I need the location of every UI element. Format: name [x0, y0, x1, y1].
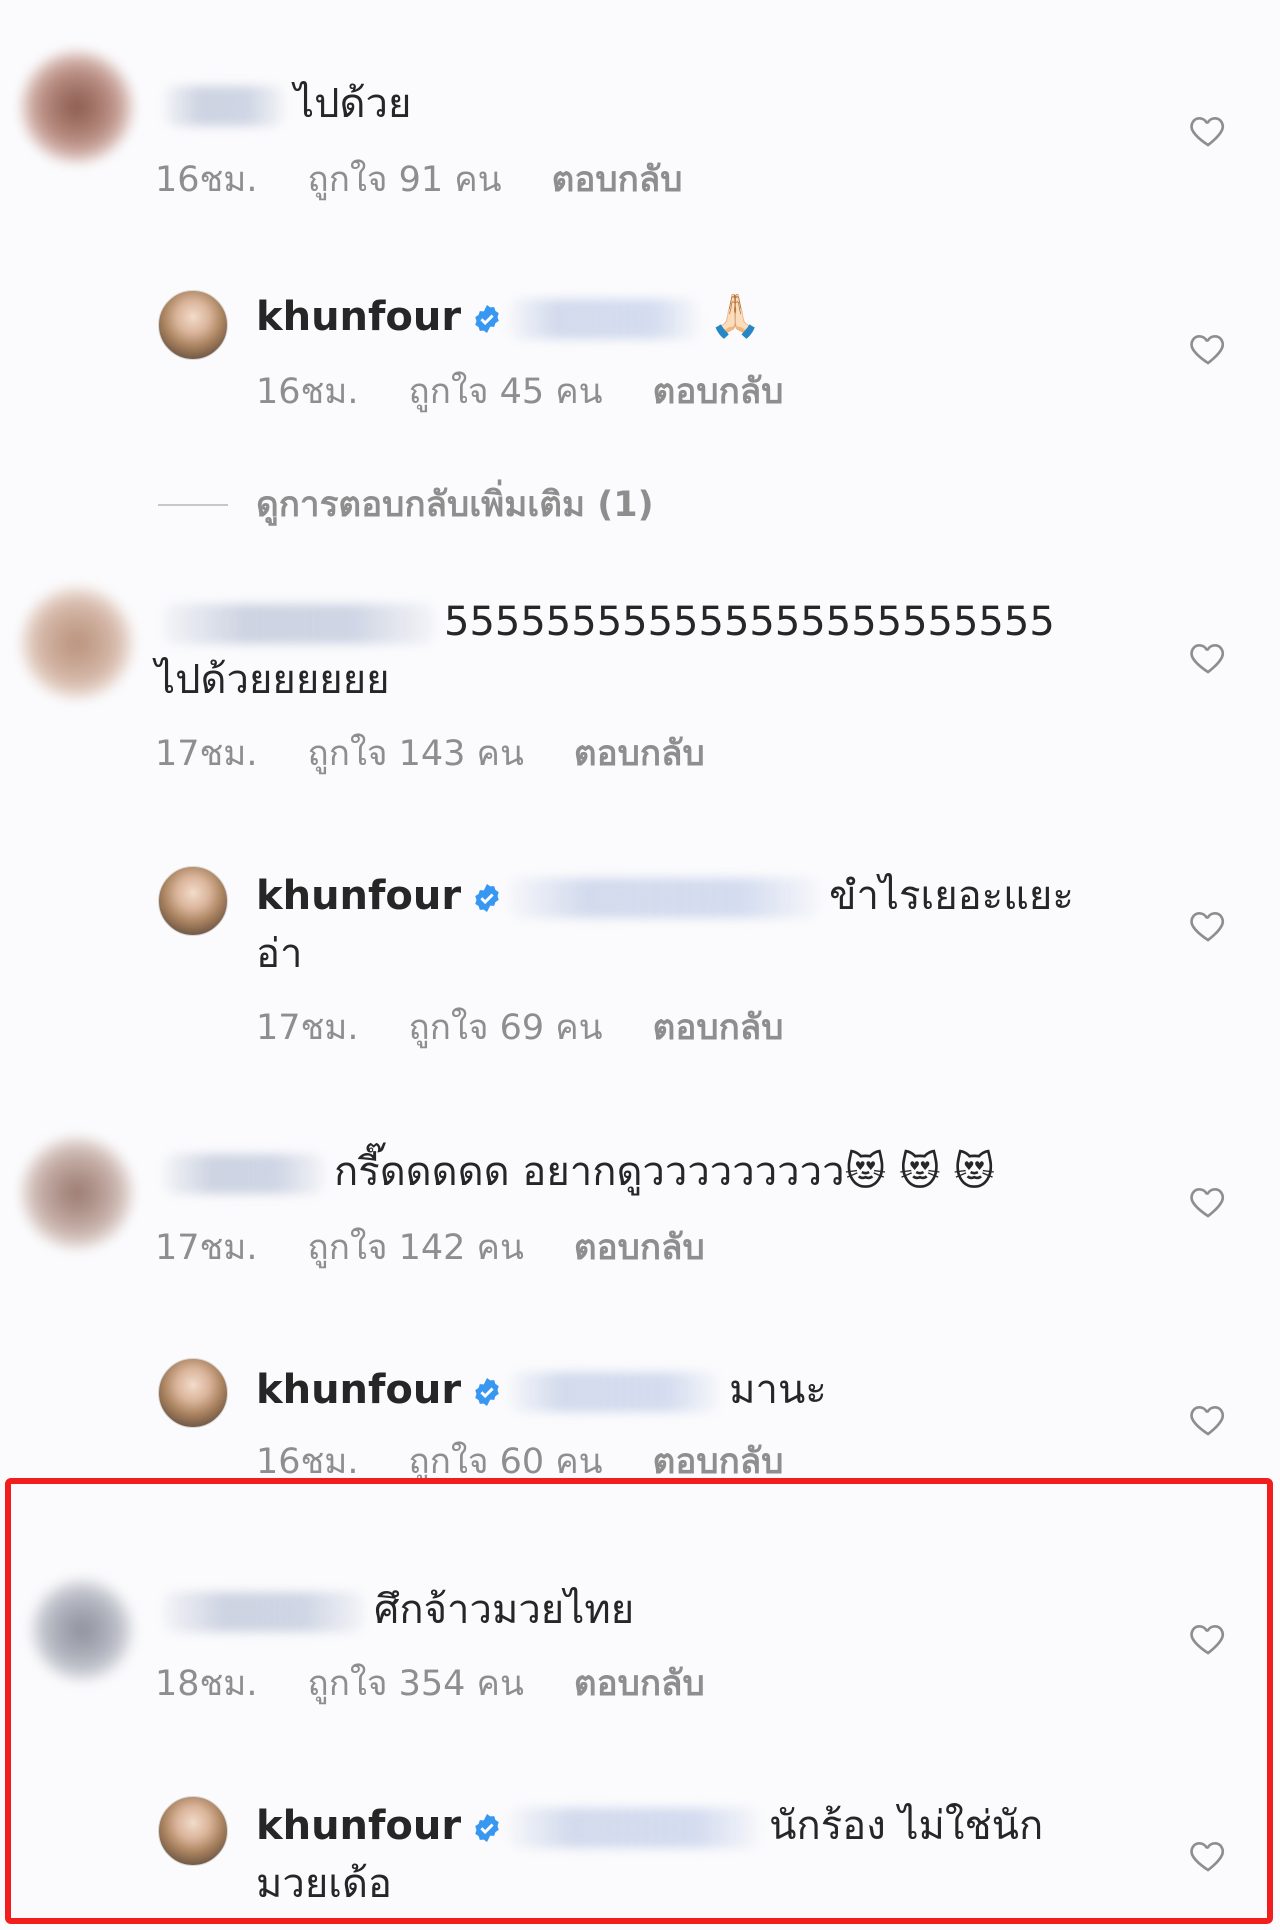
username[interactable]: khunfour — [256, 1367, 461, 1413]
comment-time: 16ชม. — [155, 160, 258, 200]
blurred-mention[interactable] — [509, 299, 700, 339]
owner-avatar[interactable] — [158, 1796, 228, 1866]
comment-text: khunfour 🙏🏻 — [256, 291, 762, 340]
comment-text-continued: อ่า — [256, 931, 303, 977]
view-more-replies-button[interactable]: ดูการตอบกลับเพิ่มเติม (1) — [256, 483, 654, 527]
verified-badge-icon — [475, 1814, 499, 1842]
blurred-mention[interactable] — [509, 1808, 760, 1848]
like-count[interactable]: ถูกใจ 142 คน — [308, 1228, 524, 1268]
comment-meta: 18ชม. ถูกใจ 354 คน ตอบกลับ — [155, 1662, 755, 1706]
username[interactable]: khunfour — [256, 294, 461, 340]
username[interactable]: khunfour — [256, 1803, 461, 1849]
comment-text: khunfour ขำไรเยอะแยะ — [256, 873, 1074, 919]
heart-outline-icon[interactable] — [1188, 110, 1228, 150]
blurred-username[interactable] — [164, 86, 284, 126]
blurred-username[interactable] — [164, 1592, 364, 1632]
reply-button[interactable]: ตอบกลับ — [653, 1442, 784, 1482]
comment-meta: 17ชม. ถูกใจ 69 คน ตอบกลับ — [256, 1006, 833, 1050]
comment-text: กรี๊ดดดดด อยากดูววววววววว😻 😻 😻 — [158, 1146, 995, 1198]
comment-time: 17ชม. — [155, 734, 258, 774]
comment-text: ศึกจ้าวมวยไทย — [158, 1584, 634, 1636]
comment-text-continued: มวยเด้อ — [256, 1861, 392, 1907]
like-count[interactable]: ถูกใจ 69 คน — [409, 1008, 603, 1048]
blurred-username[interactable] — [164, 604, 434, 644]
comment-text: khunfour นักร้อง ไม่ใช่นัก — [256, 1803, 1044, 1849]
avatar[interactable] — [22, 52, 132, 162]
owner-avatar[interactable] — [158, 866, 228, 936]
reply-button[interactable]: ตอบกลับ — [574, 734, 705, 774]
heart-outline-icon[interactable] — [1188, 637, 1228, 677]
reply-button[interactable]: ตอบกลับ — [653, 1008, 784, 1048]
heart-outline-icon[interactable] — [1188, 1835, 1228, 1875]
comment-text: khunfour มานะ — [256, 1367, 827, 1413]
avatar[interactable] — [22, 588, 132, 698]
verified-badge-icon — [475, 884, 499, 912]
like-count[interactable]: ถูกใจ 60 คน — [409, 1442, 603, 1482]
blurred-mention[interactable] — [509, 1372, 720, 1412]
comment-time: 17ชม. — [155, 1228, 258, 1268]
like-count[interactable]: ถูกใจ 91 คน — [308, 160, 502, 200]
divider — [158, 504, 228, 506]
comment-meta: 17ชม. ถูกใจ 143 คน ตอบกลับ — [155, 732, 755, 776]
verified-badge-icon — [475, 1378, 499, 1406]
owner-avatar[interactable] — [158, 1358, 228, 1428]
heart-outline-icon[interactable] — [1188, 1181, 1228, 1221]
comment-meta: 16ชม. ถูกใจ 45 คน ตอบกลับ — [256, 370, 833, 414]
owner-avatar[interactable] — [158, 290, 228, 360]
avatar[interactable] — [22, 1138, 132, 1248]
comment-text: 555555555555555555555555 — [158, 596, 1055, 648]
like-count[interactable]: ถูกใจ 143 คน — [308, 734, 524, 774]
username[interactable]: khunfour — [256, 873, 461, 919]
reply-button[interactable]: ตอบกลับ — [574, 1228, 705, 1268]
blurred-username[interactable] — [164, 1154, 324, 1194]
comment-text: ไปด้วย — [158, 78, 411, 130]
heart-outline-icon[interactable] — [1188, 328, 1228, 368]
like-count[interactable]: ถูกใจ 354 คน — [308, 1664, 524, 1704]
heart-outline-icon[interactable] — [1188, 1618, 1228, 1658]
avatar[interactable] — [32, 1580, 132, 1680]
verified-badge-icon — [475, 305, 499, 333]
comment-time: 17ชม. — [256, 1008, 359, 1048]
comment-time: 16ชม. — [256, 1442, 359, 1482]
comment-time: 18ชม. — [155, 1664, 258, 1704]
comment-meta: 16ชม. ถูกใจ 91 คน ตอบกลับ — [155, 158, 732, 202]
comment-time: 16ชม. — [256, 372, 359, 412]
reply-button[interactable]: ตอบกลับ — [552, 160, 683, 200]
heart-outline-icon[interactable] — [1188, 905, 1228, 945]
reply-button[interactable]: ตอบกลับ — [653, 372, 784, 412]
reply-button[interactable]: ตอบกลับ — [574, 1664, 705, 1704]
comment-text-continued: ไปด้วยยยยยย — [155, 657, 390, 703]
comment-meta: 17ชม. ถูกใจ 142 คน ตอบกลับ — [155, 1226, 755, 1270]
heart-outline-icon[interactable] — [1188, 1399, 1228, 1439]
like-count[interactable]: ถูกใจ 45 คน — [409, 372, 603, 412]
blurred-mention[interactable] — [509, 878, 820, 918]
